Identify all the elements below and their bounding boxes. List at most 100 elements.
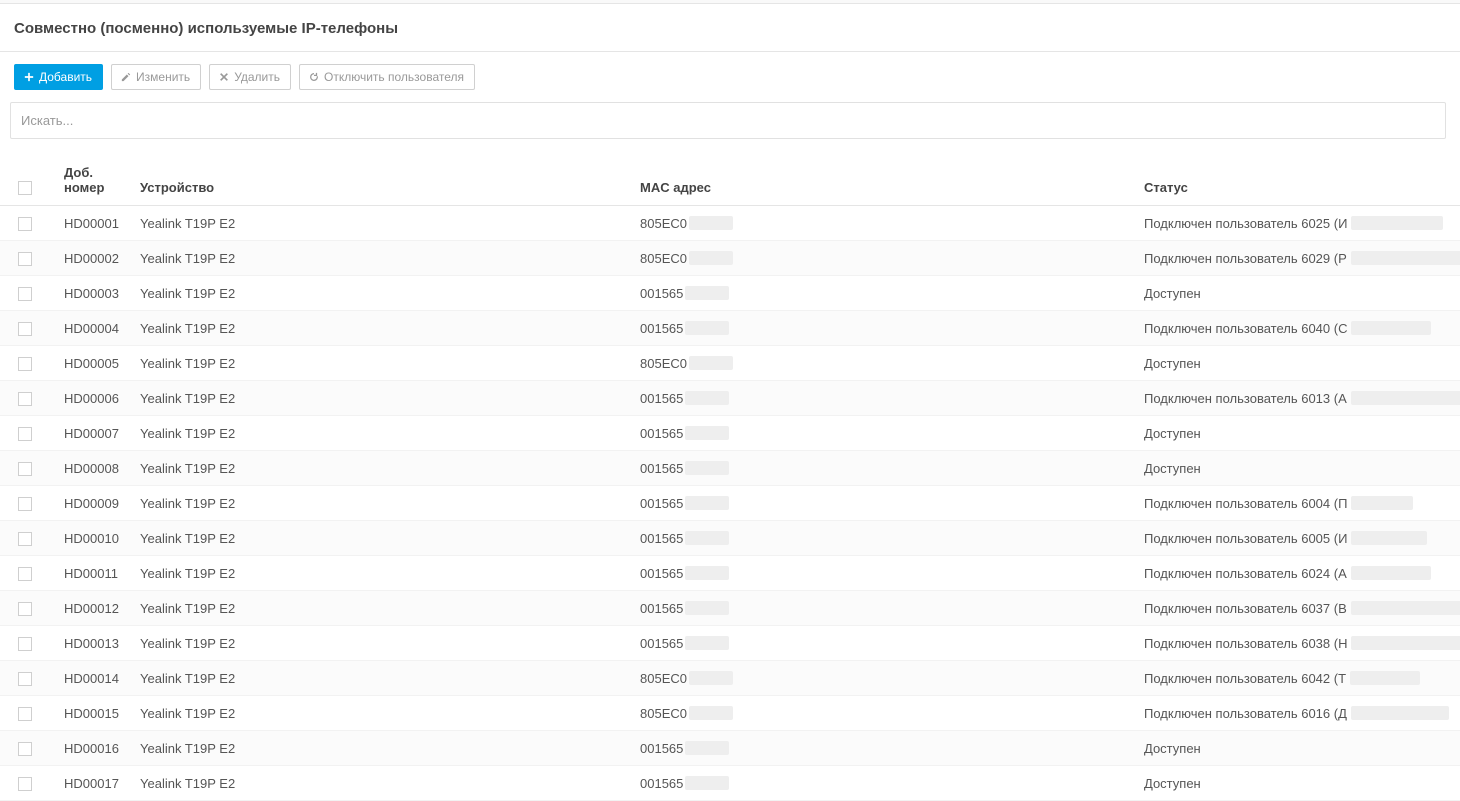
cell-ext: HD00006 [56, 381, 132, 416]
redacted-block [685, 286, 729, 300]
pencil-icon [120, 71, 132, 83]
cell-device: Yealink T19P E2 [132, 696, 632, 731]
phones-table: Доб. номер Устройство MAC адрес Статус H… [0, 155, 1460, 801]
cell-ext: HD00007 [56, 416, 132, 451]
redacted-block [685, 426, 729, 440]
redacted-block [1351, 216, 1443, 230]
cell-mac: 805EC0 [632, 206, 1136, 241]
redacted-block [685, 776, 729, 790]
table-row[interactable]: HD00002Yealink T19P E2805EC0Подключен по… [0, 241, 1460, 276]
cell-status: Подключен пользователь 6013 (А [1136, 381, 1460, 416]
row-checkbox[interactable] [18, 742, 32, 756]
row-checkbox[interactable] [18, 637, 32, 651]
table-row[interactable]: HD00017Yealink T19P E2001565Доступен [0, 766, 1460, 801]
row-checkbox[interactable] [18, 532, 32, 546]
table-row[interactable]: HD00005Yealink T19P E2805EC0Доступен [0, 346, 1460, 381]
table-row[interactable]: HD00009Yealink T19P E2001565Подключен по… [0, 486, 1460, 521]
refresh-icon [308, 71, 320, 83]
table-row[interactable]: HD00006Yealink T19P E2001565Подключен по… [0, 381, 1460, 416]
delete-button-label: Удалить [234, 70, 280, 84]
toolbar: Добавить Изменить Удалить Отключить поль… [0, 52, 1460, 102]
cell-ext: HD00014 [56, 661, 132, 696]
cell-device: Yealink T19P E2 [132, 626, 632, 661]
cell-device: Yealink T19P E2 [132, 766, 632, 801]
table-row[interactable]: HD00007Yealink T19P E2001565Доступен [0, 416, 1460, 451]
row-checkbox[interactable] [18, 672, 32, 686]
redacted-block [689, 706, 733, 720]
cell-mac: 001565 [632, 451, 1136, 486]
col-device[interactable]: Устройство [132, 155, 632, 206]
redacted-block [1351, 636, 1460, 650]
row-checkbox[interactable] [18, 707, 32, 721]
cell-status: Подключен пользователь 6029 (Р [1136, 241, 1460, 276]
cell-ext: HD00015 [56, 696, 132, 731]
page-title: Совместно (посменно) используемые IP-тел… [0, 4, 1460, 52]
cell-mac: 001565 [632, 276, 1136, 311]
cell-mac: 001565 [632, 486, 1136, 521]
table-row[interactable]: HD00015Yealink T19P E2805EC0Подключен по… [0, 696, 1460, 731]
cell-ext: HD00004 [56, 311, 132, 346]
col-mac[interactable]: MAC адрес [632, 155, 1136, 206]
table-row[interactable]: HD00004Yealink T19P E2001565Подключен по… [0, 311, 1460, 346]
cell-status: Доступен [1136, 416, 1460, 451]
cell-mac: 001565 [632, 311, 1136, 346]
cell-mac: 001565 [632, 521, 1136, 556]
cell-ext: HD00016 [56, 731, 132, 766]
search-input[interactable] [10, 102, 1446, 139]
edit-button[interactable]: Изменить [111, 64, 201, 90]
x-icon [218, 71, 230, 83]
delete-button[interactable]: Удалить [209, 64, 291, 90]
row-checkbox[interactable] [18, 777, 32, 791]
table-row[interactable]: HD00012Yealink T19P E2001565Подключен по… [0, 591, 1460, 626]
plus-icon [23, 71, 35, 83]
col-ext[interactable]: Доб. номер [56, 155, 132, 206]
cell-ext: HD00011 [56, 556, 132, 591]
table-header-row: Доб. номер Устройство MAC адрес Статус [0, 155, 1460, 206]
cell-mac: 805EC0 [632, 696, 1136, 731]
cell-ext: HD00003 [56, 276, 132, 311]
cell-device: Yealink T19P E2 [132, 416, 632, 451]
table-row[interactable]: HD00013Yealink T19P E2001565Подключен по… [0, 626, 1460, 661]
redacted-block [685, 636, 729, 650]
cell-status: Доступен [1136, 346, 1460, 381]
row-checkbox[interactable] [18, 357, 32, 371]
redacted-block [689, 356, 733, 370]
cell-ext: HD00013 [56, 626, 132, 661]
cell-ext: HD00009 [56, 486, 132, 521]
col-status[interactable]: Статус [1136, 155, 1460, 206]
redacted-block [1351, 391, 1460, 405]
cell-mac: 001565 [632, 626, 1136, 661]
table-row[interactable]: HD00008Yealink T19P E2001565Доступен [0, 451, 1460, 486]
cell-device: Yealink T19P E2 [132, 731, 632, 766]
logout-user-button[interactable]: Отключить пользователя [299, 64, 475, 90]
cell-status: Подключен пользователь 6024 (А [1136, 556, 1460, 591]
redacted-block [1351, 251, 1460, 265]
table-row[interactable]: HD00003Yealink T19P E2001565Доступен [0, 276, 1460, 311]
cell-device: Yealink T19P E2 [132, 311, 632, 346]
add-button[interactable]: Добавить [14, 64, 103, 90]
cell-status: Подключен пользователь 6042 (Т [1136, 661, 1460, 696]
table-row[interactable]: HD00011Yealink T19P E2001565Подключен по… [0, 556, 1460, 591]
select-all-checkbox[interactable] [18, 181, 32, 195]
table-row[interactable]: HD00014Yealink T19P E2805EC0Подключен по… [0, 661, 1460, 696]
row-checkbox[interactable] [18, 252, 32, 266]
table-row[interactable]: HD00010Yealink T19P E2001565Подключен по… [0, 521, 1460, 556]
row-checkbox[interactable] [18, 392, 32, 406]
redacted-block [689, 251, 733, 265]
row-checkbox[interactable] [18, 602, 32, 616]
table-row[interactable]: HD00001Yealink T19P E2805EC0Подключен по… [0, 206, 1460, 241]
cell-device: Yealink T19P E2 [132, 241, 632, 276]
cell-device: Yealink T19P E2 [132, 276, 632, 311]
row-checkbox[interactable] [18, 322, 32, 336]
row-checkbox[interactable] [18, 287, 32, 301]
cell-status: Подключен пользователь 6037 (В [1136, 591, 1460, 626]
redacted-block [685, 391, 729, 405]
row-checkbox[interactable] [18, 427, 32, 441]
table-row[interactable]: HD00016Yealink T19P E2001565Доступен [0, 731, 1460, 766]
cell-ext: HD00001 [56, 206, 132, 241]
cell-ext: HD00010 [56, 521, 132, 556]
row-checkbox[interactable] [18, 567, 32, 581]
row-checkbox[interactable] [18, 497, 32, 511]
row-checkbox[interactable] [18, 217, 32, 231]
row-checkbox[interactable] [18, 462, 32, 476]
